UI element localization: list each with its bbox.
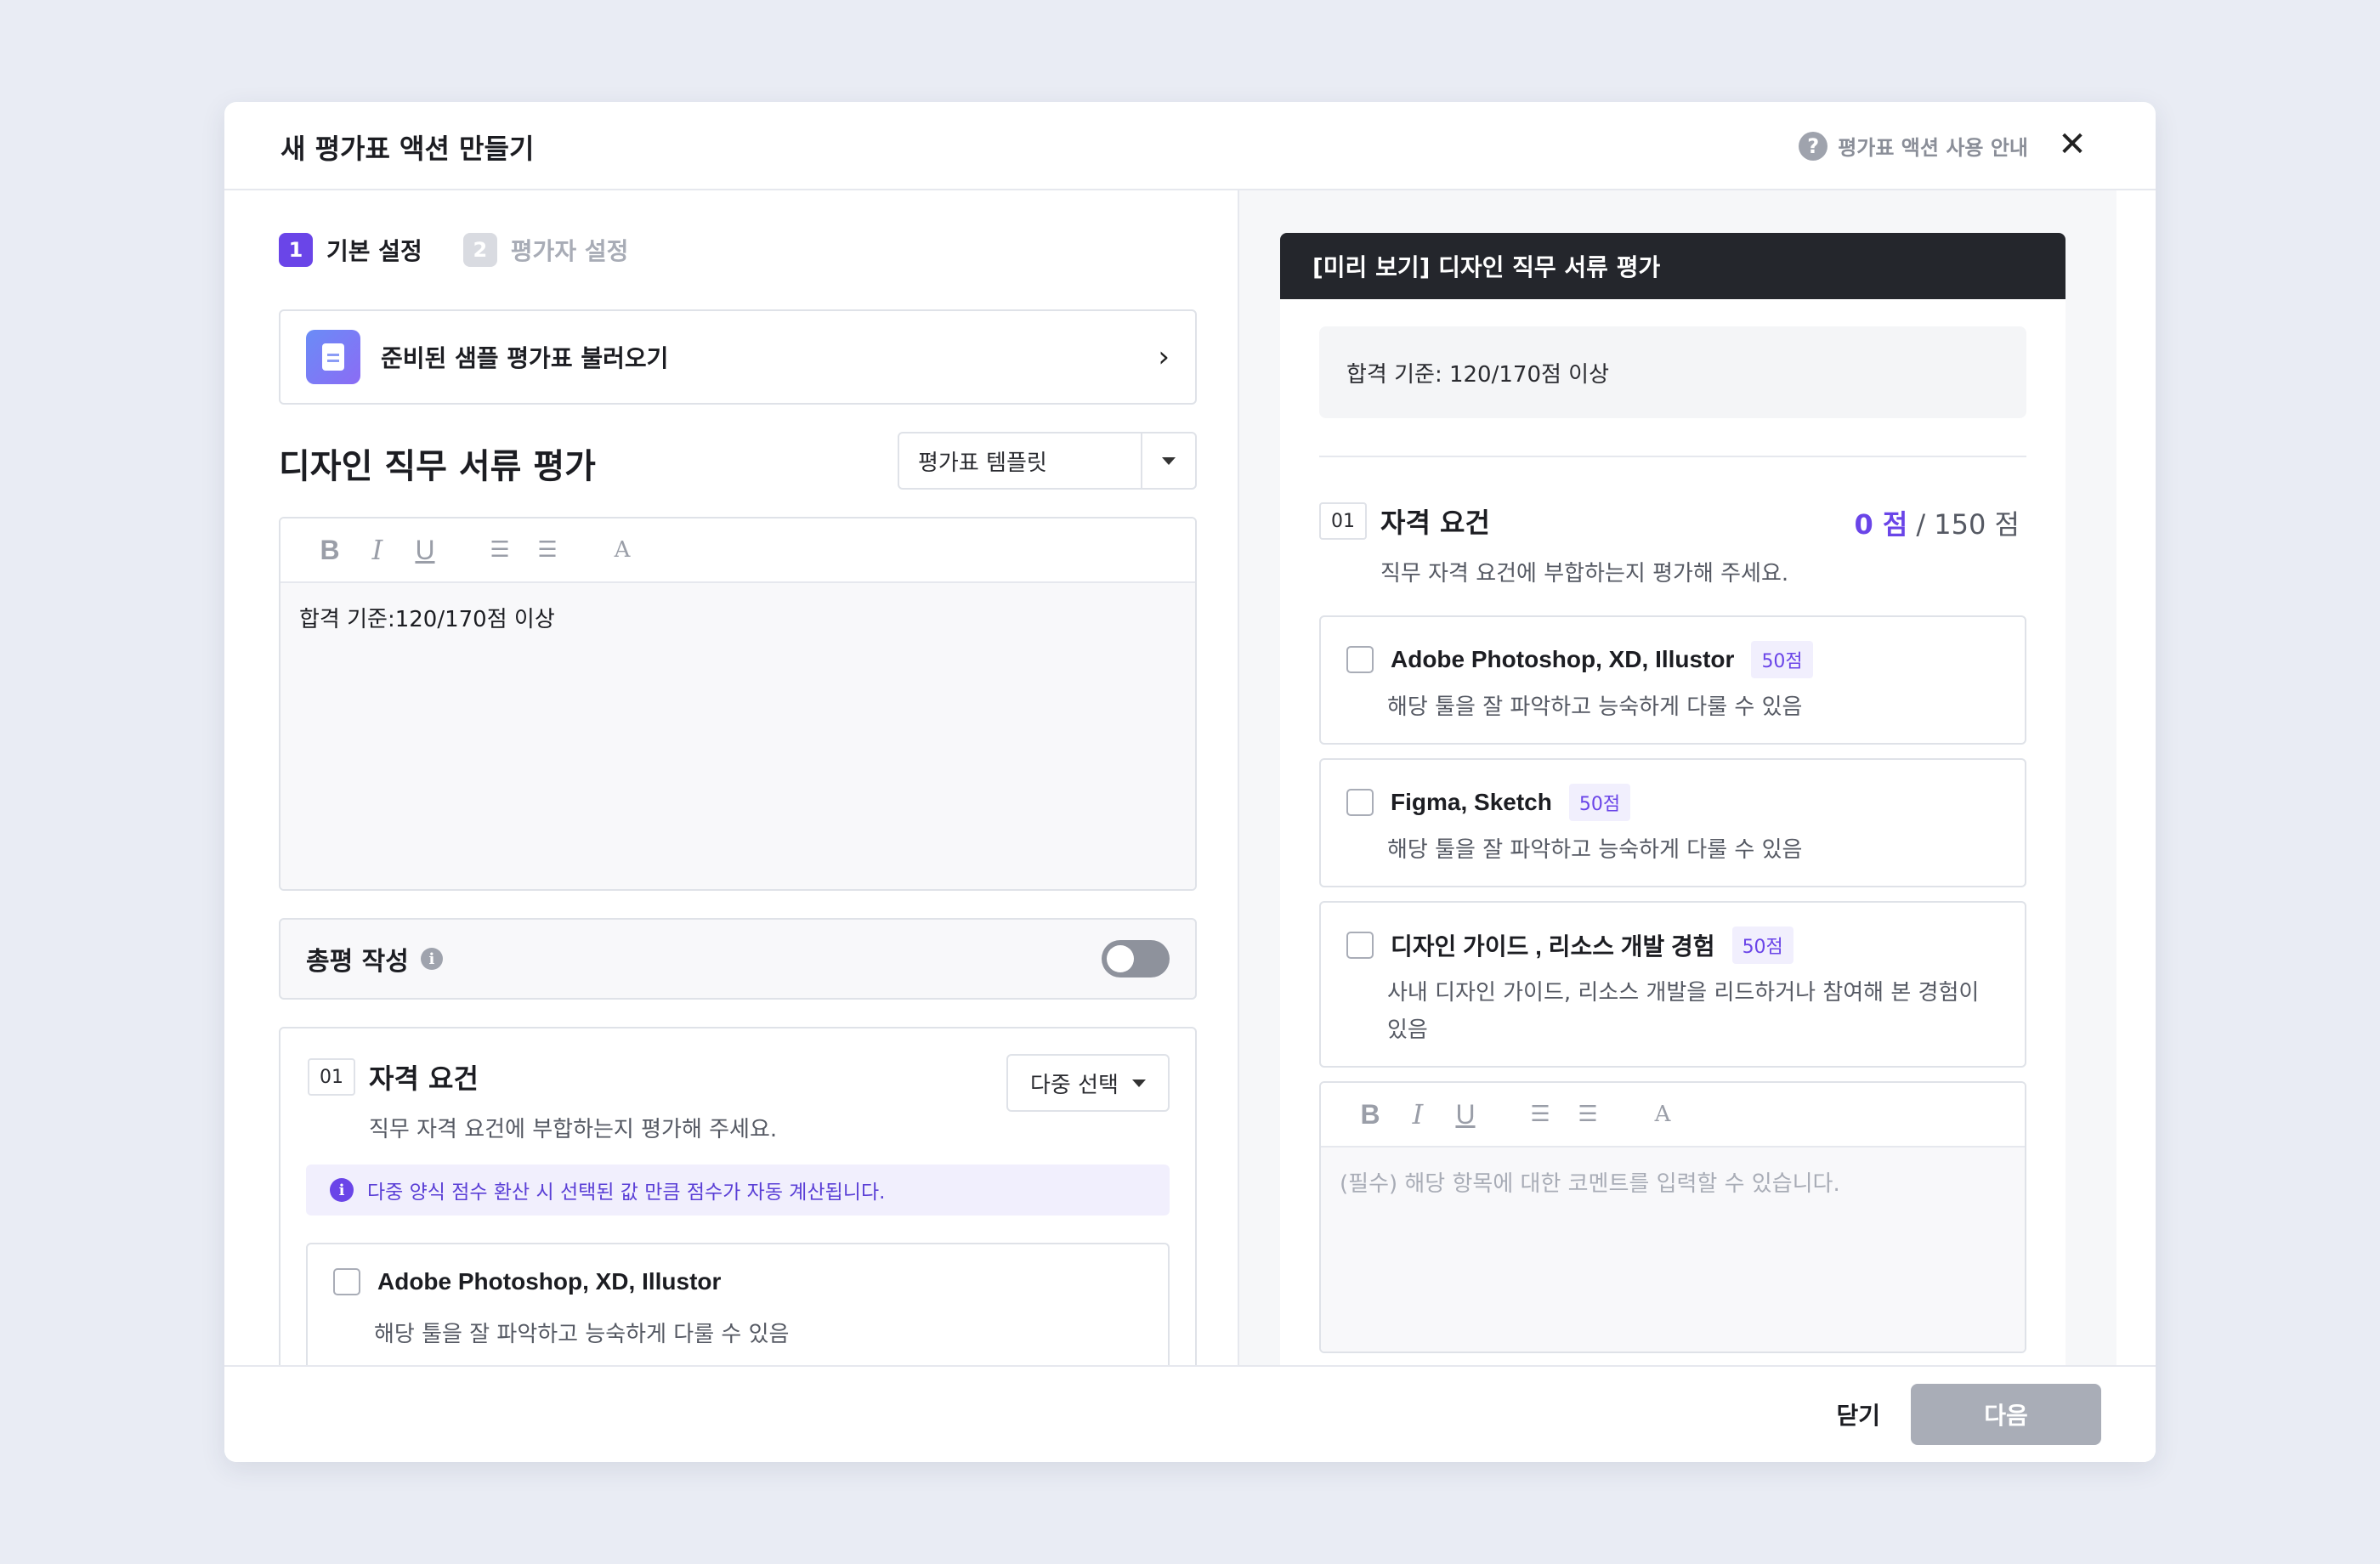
create-evaluation-modal: 새 평가표 액션 만들기 ? 평가표 액션 사용 안내 ✕ 1 기본 설정 2 … <box>224 102 2156 1462</box>
underline-icon[interactable]: U <box>401 535 449 566</box>
pass-criteria-box: 합격 기준: 120/170점 이상 <box>1319 326 2026 418</box>
preview-panel: [미리 보기] 디자인 직무 서류 평가 합격 기준: 120/170점 이상 … <box>1239 190 2116 1462</box>
summary-toggle[interactable] <box>1102 940 1170 978</box>
divider <box>1319 456 2026 457</box>
description-editor: B I U ☰ ☰ A 합격 기준:120/170점 이상 <box>279 517 1197 891</box>
step-evaluator-settings[interactable]: 2 평가자 설정 <box>462 233 629 267</box>
help-label: 평가표 액션 사용 안내 <box>1838 136 2028 160</box>
comment-editor: B I U ☰ ☰ A (필수) 해당 항목에 대한 코멘트를 입력할 수 있습… <box>1319 1081 2026 1353</box>
criteria-description: 사내 디자인 가이드, 리소스 개발을 리드하거나 참여해 본 경험이 있음 <box>1387 980 1980 1043</box>
step-number: 2 <box>462 233 497 267</box>
underline-icon[interactable]: U <box>1442 1099 1489 1130</box>
step-label: 기본 설정 <box>326 237 422 265</box>
points-badge: 50점 <box>1731 926 1794 964</box>
preview-header: [미리 보기] 디자인 직무 서류 평가 <box>1280 233 2066 299</box>
section-number: 01 <box>308 1058 355 1096</box>
load-sample-button[interactable]: 준비된 샘플 평가표 불러오기 › <box>279 309 1197 405</box>
preview-criteria-item: 디자인 가이드 , 리소스 개발 경험 50점 사내 디자인 가이드, 리소스 … <box>1319 901 2026 1068</box>
clipboard-icon <box>306 330 360 384</box>
italic-icon[interactable]: I <box>1394 1098 1442 1130</box>
italic-icon[interactable]: I <box>354 534 401 566</box>
comment-input[interactable]: (필수) 해당 항목에 대한 코멘트를 입력할 수 있습니다. <box>1321 1148 2025 1352</box>
criteria-name: 디자인 가이드 , 리소스 개발 경험 <box>1391 933 1715 960</box>
settings-panel: 1 기본 설정 2 평가자 설정 준비된 샘플 평가표 불러오기 › 디자인 직… <box>224 190 1238 1462</box>
preview-section-header: 01 자격 요건 <box>1319 502 1490 541</box>
answer-type-select[interactable]: 다중 선택 <box>1006 1054 1170 1112</box>
score-current: 0 점 <box>1854 508 1908 541</box>
criteria-description: 해당 툴을 잘 파악하고 능숙하게 다룰 수 있음 <box>1387 837 1803 863</box>
step-number: 1 <box>279 233 313 267</box>
info-icon: i <box>330 1178 354 1202</box>
criteria-checkbox[interactable] <box>1346 932 1374 959</box>
step-basic-settings[interactable]: 1 기본 설정 <box>279 233 422 267</box>
bold-icon[interactable]: B <box>306 535 354 566</box>
bold-icon[interactable]: B <box>1346 1099 1394 1130</box>
score-notice: i 다중 양식 점수 환산 시 선택된 값 만큼 점수가 자동 계산됩니다. <box>306 1164 1170 1216</box>
bullet-list-icon[interactable]: ☰ <box>524 537 571 563</box>
criteria-item-row: Adobe Photoshop, XD, Illustor 50점 <box>1346 641 1813 678</box>
modal-header: 새 평가표 액션 만들기 ? 평가표 액션 사용 안내 ✕ <box>224 102 2156 190</box>
preview-criteria-item: Figma, Sketch 50점 해당 툴을 잘 파악하고 능숙하게 다룰 수… <box>1319 758 2026 887</box>
criteria-item-row: Adobe Photoshop, XD, Illustor <box>333 1268 721 1295</box>
modal-footer: 닫기 다음 <box>224 1365 2156 1462</box>
summary-toggle-row: 총평 작성 i <box>279 918 1197 1000</box>
editor-toolbar: B I U ☰ ☰ A <box>1321 1083 2025 1148</box>
notice-text: 다중 양식 점수 환산 시 선택된 값 만큼 점수가 자동 계산됩니다. <box>367 1182 886 1204</box>
help-link[interactable]: ? 평가표 액션 사용 안내 <box>1799 131 2028 161</box>
ordered-list-icon[interactable]: ☰ <box>476 537 524 563</box>
template-select[interactable]: 평가표 템플릿 <box>898 432 1197 490</box>
section-header: 01 자격 요건 <box>308 1057 479 1096</box>
criteria-description: 해당 툴을 잘 파악하고 능숙하게 다룰 수 있음 <box>1387 694 1803 720</box>
criteria-item-row: 디자인 가이드 , 리소스 개발 경험 50점 <box>1346 926 1794 964</box>
section-name[interactable]: 자격 요건 <box>369 1057 479 1096</box>
chevron-down-icon[interactable] <box>1141 434 1195 488</box>
section-description[interactable]: 직무 자격 요건에 부합하는지 평가해 주세요. <box>369 1112 777 1143</box>
info-icon[interactable]: i <box>420 948 443 970</box>
evaluation-title[interactable]: 디자인 직무 서류 평가 <box>279 439 596 488</box>
points-badge: 50점 <box>1568 784 1631 821</box>
chevron-right-icon: › <box>1158 340 1170 374</box>
criteria-description[interactable]: 해당 툴을 잘 파악하고 능숙하게 다룰 수 있음 <box>374 1316 969 1353</box>
section-score: 0 점 / 150 점 <box>1854 503 2020 542</box>
chevron-down-icon <box>1131 1079 1146 1087</box>
stepper: 1 기본 설정 2 평가자 설정 <box>279 233 628 267</box>
editor-toolbar: B I U ☰ ☰ A <box>280 518 1195 583</box>
criteria-name[interactable]: Adobe Photoshop, XD, Illustor <box>377 1268 721 1295</box>
description-input[interactable]: 합격 기준:120/170점 이상 <box>280 583 1195 889</box>
toggle-knob <box>1107 945 1134 972</box>
help-icon: ? <box>1799 131 1828 161</box>
load-sample-label: 준비된 샘플 평가표 불러오기 <box>381 344 669 372</box>
bullet-list-icon[interactable]: ☰ <box>1564 1102 1612 1127</box>
criteria-checkbox[interactable] <box>1346 789 1374 816</box>
template-select-value: 평가표 템플릿 <box>918 450 1047 476</box>
score-max: / 150 점 <box>1916 508 2020 541</box>
scroll-gutter <box>2122 190 2156 1462</box>
close-icon[interactable]: ✕ <box>2054 125 2091 164</box>
modal-title: 새 평가표 액션 만들기 <box>280 133 535 165</box>
answer-type-value: 다중 선택 <box>1030 1072 1119 1098</box>
ordered-list-icon[interactable]: ☰ <box>1516 1102 1564 1127</box>
text-color-icon[interactable]: A <box>598 537 646 563</box>
section-name: 자격 요건 <box>1380 507 1490 539</box>
section-description: 직무 자격 요건에 부합하는지 평가해 주세요. <box>1380 561 1789 586</box>
next-button[interactable]: 다음 <box>1911 1384 2101 1445</box>
criteria-checkbox[interactable] <box>333 1268 360 1295</box>
criteria-checkbox[interactable] <box>1346 646 1374 673</box>
close-button[interactable]: 닫기 <box>1836 1391 1880 1438</box>
preview-card: [미리 보기] 디자인 직무 서류 평가 합격 기준: 120/170점 이상 … <box>1280 233 2066 1423</box>
summary-label: 총평 작성 <box>306 947 409 977</box>
step-label: 평가자 설정 <box>510 237 629 265</box>
points-badge: 50점 <box>1751 641 1813 678</box>
text-color-icon[interactable]: A <box>1639 1102 1686 1127</box>
criteria-item-row: Figma, Sketch 50점 <box>1346 784 1631 821</box>
preview-criteria-item: Adobe Photoshop, XD, Illustor 50점 해당 툴을 … <box>1319 615 2026 745</box>
section-number: 01 <box>1319 502 1367 540</box>
criteria-name: Adobe Photoshop, XD, Illustor <box>1391 646 1735 672</box>
criteria-name: Figma, Sketch <box>1391 789 1552 815</box>
